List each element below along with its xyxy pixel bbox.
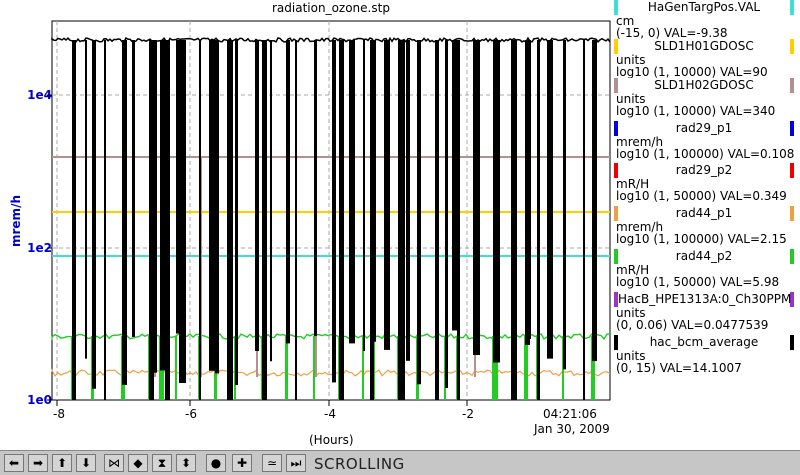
series-rad44-p2-dip [285, 336, 288, 400]
series-hac-bcm-average-dropout [199, 40, 201, 400]
compress-horizontal-icon[interactable]: ⋈ [104, 454, 124, 472]
end-date-label: Jan 30, 2009 [534, 422, 610, 436]
legend-entry-2[interactable]: SLD1H01GDOSC [614, 39, 794, 54]
series-hac-bcm-average-dropout [132, 40, 135, 338]
series-hac-bcm-average-dropout [235, 40, 238, 385]
legend-entry-3[interactable]: SLD1H02GDOSC [614, 78, 794, 93]
legend-entry-6[interactable]: rad44_p1 [614, 206, 794, 221]
series-hac-bcm-average-dropout [547, 40, 553, 359]
series-hac-bcm-average-dropout [457, 40, 460, 400]
series-hac-bcm-average-dropout [370, 40, 374, 400]
series-hac-bcm-average-dropout [176, 40, 179, 334]
series-rad44-p2-dip [524, 336, 528, 400]
series-hac-bcm-average-dropout [179, 40, 186, 384]
legend-range-value: log10 (1, 50000) VAL=0.349 [616, 189, 787, 203]
series-hac-bcm-average-dropout [332, 40, 336, 383]
series-hac-bcm-average-dropout [473, 40, 480, 356]
legend-range-value: log10 (1, 10000) VAL=90 [616, 65, 768, 79]
series-hac-bcm-average-dropout [339, 40, 344, 400]
legend-entry-1[interactable]: HaGenTargPos.VAL [614, 0, 794, 15]
series-hac-bcm-average-dropout [262, 40, 267, 400]
x-tick-minus4: -4 [324, 407, 336, 421]
legend-entry-7[interactable]: rad44_p2 [614, 249, 794, 264]
add-icon[interactable]: ✚ [232, 454, 252, 472]
series-hac-bcm-average-dropout [511, 40, 517, 400]
expand-horizontal-icon[interactable]: ◆ [128, 454, 148, 472]
series-hac-bcm-average-dropout [435, 40, 439, 400]
series-hac-bcm-average-dropout [563, 40, 566, 370]
series-hac-bcm-average-dropout [270, 40, 272, 362]
series-rad44-p2-dip [313, 336, 315, 400]
series-hac-bcm-average-dropout [104, 40, 106, 400]
series-hac-bcm-average-dropout [209, 40, 216, 371]
legend-range-value: (0, 15) VAL=14.1007 [616, 361, 742, 375]
strip-tool-window: radiation_ozone.stp mrem/h 1e4 1e2 1e0 -… [0, 0, 800, 475]
legend-entry-9[interactable]: hac_bcm_average [614, 335, 794, 350]
series-hac-bcm-average-dropout [314, 40, 317, 337]
legend-range-value: log10 (1, 100000) VAL=2.15 [616, 232, 787, 246]
series-hac-bcm-average-dropout [85, 40, 87, 359]
series-hac-bcm-average-dropout [92, 40, 96, 389]
series-hac-bcm-average-dropout [349, 40, 355, 344]
series-hac-bcm-average-dropout [72, 40, 76, 400]
series-hac-bcm-average-dropout [165, 40, 170, 400]
compress-vertical-icon[interactable]: ⧗ [152, 454, 172, 472]
series-hac-bcm-average-dropout [295, 40, 297, 400]
series-hac-bcm-average-dropout [363, 40, 365, 352]
series-hac-bcm-average-dropout [592, 40, 597, 362]
x-axis-label: (Hours) [309, 433, 354, 447]
go-to-end-icon[interactable]: ⏭ [286, 454, 306, 472]
series-hac-bcm-average-dropout [537, 40, 540, 400]
series-hac-bcm-average-dropout [255, 40, 259, 351]
series-hac-bcm-average-dropout [122, 40, 127, 385]
legend-entry-4[interactable]: rad29_p1 [614, 121, 794, 136]
legend-range-value: (0, 0.06) VAL=0.0477539 [616, 318, 769, 332]
autoscale-icon[interactable]: ≃ [262, 454, 282, 472]
series-hac-bcm-average-dropout [384, 40, 390, 350]
series-hac-bcm-average-dropout [227, 40, 233, 400]
x-tick-minus8: -8 [53, 407, 65, 421]
series-hac-bcm-average-dropout [445, 40, 448, 388]
legend-entry-5[interactable]: rad29_p2 [614, 163, 794, 178]
series-hac-bcm-average-dropout [583, 40, 585, 400]
series-hac-bcm-average-dropout [215, 40, 219, 374]
series-hac-bcm-average-dropout [417, 40, 421, 385]
legend-entry-8[interactable]: HacB_HPE1313A:0_Ch30PPM [614, 292, 794, 307]
scroll-right-icon[interactable]: ➡ [28, 454, 48, 472]
legend-range-value: log10 (1, 100000) VAL=0.108 [616, 147, 795, 161]
series-hac-bcm-average-dropout [374, 40, 376, 342]
x-tick-minus2: -2 [462, 407, 474, 421]
scroll-up-icon[interactable]: ⬆ [52, 454, 72, 472]
legend-range-value: (-15, 0) VAL=-9.38 [616, 26, 728, 40]
legend-range-value: log10 (1, 50000) VAL=5.98 [616, 275, 780, 289]
record-icon[interactable]: ● [206, 454, 226, 472]
series-rad44-p2-dip [175, 336, 177, 400]
series-hac-bcm-average-dropout [286, 40, 290, 344]
series-hac-bcm-average-dropout [398, 40, 405, 400]
series-hac-bcm-average-dropout [493, 40, 500, 363]
legend-range-value: log10 (1, 10000) VAL=340 [616, 104, 776, 118]
series-hac-bcm-average-dropout [406, 40, 410, 361]
end-time-label: 04:21:06 [543, 407, 597, 421]
expand-vertical-icon[interactable]: ⬍ [176, 454, 196, 472]
scroll-left-icon[interactable]: ➡ [4, 454, 24, 472]
x-tick-minus6: -6 [185, 407, 197, 421]
scrolling-status: SCROLLING [314, 455, 405, 473]
series-hac-bcm-average-dropout [528, 40, 531, 339]
series-hac-bcm-average-dropout [153, 40, 157, 373]
scroll-down-icon[interactable]: ⬇ [76, 454, 96, 472]
